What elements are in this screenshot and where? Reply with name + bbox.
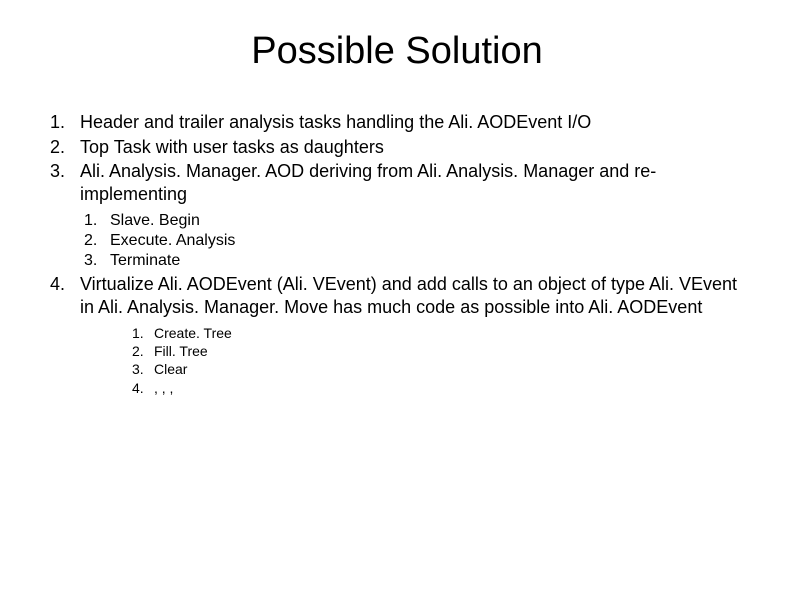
list-item-text: Header and trailer analysis tasks handli… bbox=[80, 112, 591, 132]
sub-list-item-text: Execute. Analysis bbox=[110, 232, 235, 249]
sub-list-item-text: Create. Tree bbox=[154, 325, 232, 341]
list-item-text: Virtualize Ali. AODEvent (Ali. VEvent) a… bbox=[80, 274, 737, 317]
list-item-text: Top Task with user tasks as daughters bbox=[80, 137, 384, 157]
sub-list-item: , , , bbox=[128, 379, 754, 397]
sub-list-item-text: , , , bbox=[154, 380, 173, 396]
sub-list-item-text: Fill. Tree bbox=[154, 343, 208, 359]
list-item: Top Task with user tasks as daughters bbox=[40, 136, 754, 159]
sub-list-item: Clear bbox=[128, 360, 754, 378]
sub-list-item: Create. Tree bbox=[128, 324, 754, 342]
sub-list-item-text: Clear bbox=[154, 361, 187, 377]
sub-list-item: Terminate bbox=[80, 251, 754, 271]
list-item: Header and trailer analysis tasks handli… bbox=[40, 111, 754, 134]
solution-list: Header and trailer analysis tasks handli… bbox=[40, 111, 754, 397]
sub-list: Create. Tree Fill. Tree Clear , , , bbox=[128, 324, 754, 397]
sub-list-item-text: Slave. Begin bbox=[110, 212, 200, 229]
list-item-text: Ali. Analysis. Manager. AOD deriving fro… bbox=[80, 161, 656, 204]
list-item: Virtualize Ali. AODEvent (Ali. VEvent) a… bbox=[40, 273, 754, 397]
sub-list-item: Slave. Begin bbox=[80, 211, 754, 231]
slide-title: Possible Solution bbox=[40, 30, 754, 73]
list-item: Ali. Analysis. Manager. AOD deriving fro… bbox=[40, 160, 754, 271]
sub-list-item: Fill. Tree bbox=[128, 342, 754, 360]
sub-list-item-text: Terminate bbox=[110, 252, 180, 269]
sub-list-item: Execute. Analysis bbox=[80, 231, 754, 251]
sub-list: Slave. Begin Execute. Analysis Terminate bbox=[80, 211, 754, 271]
